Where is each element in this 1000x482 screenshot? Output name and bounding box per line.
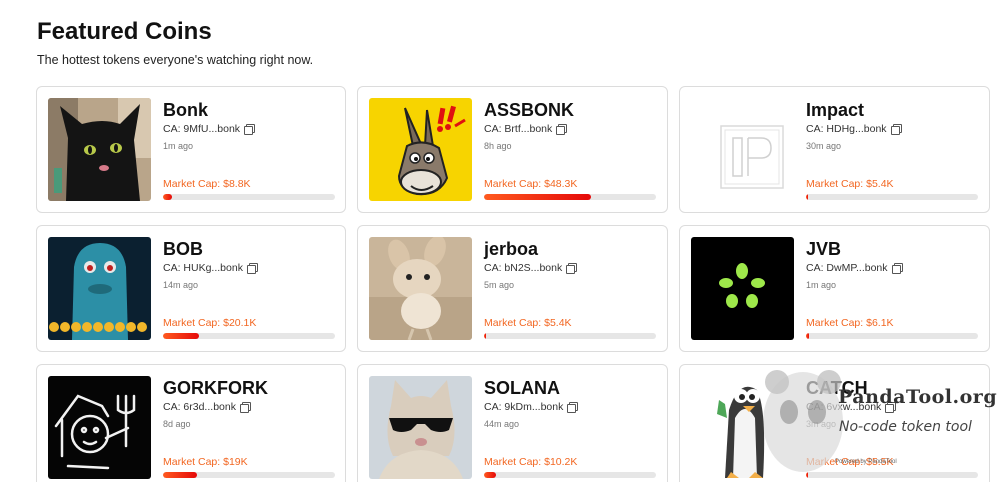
copy-icon[interactable] bbox=[891, 263, 903, 274]
bonding-progress-fill bbox=[163, 333, 200, 339]
contract-address-text: CA: HUKg...bonk bbox=[163, 262, 243, 274]
coin-age: 8h ago bbox=[484, 141, 512, 151]
bonding-progress-fill bbox=[806, 472, 808, 478]
contract-address-text: CA: 9MfU...bonk bbox=[163, 123, 241, 135]
coin-name: JVB bbox=[806, 239, 842, 259]
copy-icon[interactable] bbox=[244, 124, 256, 135]
coin-name: GORKFORK bbox=[163, 378, 268, 398]
coin-card[interactable]: jerboa CA: bN2S...bonk 5m ago Market Cap… bbox=[357, 225, 668, 352]
contract-address: CA: bN2S...bonk bbox=[484, 262, 657, 274]
market-cap: Market Cap: $8.8K bbox=[163, 178, 251, 190]
bonding-progress-fill bbox=[484, 333, 486, 339]
contract-address: CA: 9kDm...bonk bbox=[484, 401, 657, 413]
coin-age: 8d ago bbox=[163, 419, 191, 429]
contract-address: CA: HDHg...bonk bbox=[806, 123, 979, 135]
bonding-progress-fill bbox=[163, 472, 198, 478]
contract-address: CA: Brtf...bonk bbox=[484, 123, 657, 135]
copy-icon[interactable] bbox=[885, 402, 897, 413]
contract-address: CA: 6r3d...bonk bbox=[163, 401, 335, 413]
bonding-progress-fill bbox=[806, 194, 808, 200]
copy-icon[interactable] bbox=[566, 263, 578, 274]
coin-card[interactable]: SOLANA CA: 9kDm...bonk 44m ago Market Ca… bbox=[357, 364, 668, 482]
bonding-progress-fill bbox=[484, 472, 497, 478]
coin-age: 30m ago bbox=[806, 141, 842, 151]
contract-address-text: CA: Brtf...bonk bbox=[484, 123, 553, 135]
bonding-progress-bar bbox=[806, 333, 978, 339]
market-cap: Market Cap: $19K bbox=[163, 456, 248, 468]
market-cap: Market Cap: $5.4K bbox=[806, 178, 894, 190]
contract-address-text: CA: HDHg...bonk bbox=[806, 123, 887, 135]
coin-name: jerboa bbox=[484, 239, 539, 259]
bonding-progress-bar bbox=[484, 333, 656, 339]
copy-icon[interactable] bbox=[556, 124, 568, 135]
market-cap: Market Cap: $6.1K bbox=[806, 317, 894, 329]
coin-name: Impact bbox=[806, 100, 865, 120]
coin-card[interactable]: CATCH CA: 6vxw...bonk 3m ago Market Cap:… bbox=[679, 364, 990, 482]
coin-image-jerboa bbox=[369, 237, 472, 340]
coin-card[interactable]: BOB CA: HUKg...bonk 14m ago Market Cap: … bbox=[36, 225, 346, 352]
market-cap: Market Cap: $10.2K bbox=[484, 456, 578, 468]
copy-icon[interactable] bbox=[567, 402, 579, 413]
coin-age: 3m ago bbox=[806, 419, 837, 429]
coin-image-black-cat bbox=[48, 98, 151, 201]
coin-card[interactable]: GORKFORK CA: 6r3d...bonk 8d ago Market C… bbox=[36, 364, 346, 482]
contract-address-text: CA: DwMP...bonk bbox=[806, 262, 888, 274]
page-title: Featured Coins bbox=[37, 18, 212, 45]
contract-address-text: CA: 6vxw...bonk bbox=[806, 401, 882, 413]
market-cap: Market Cap: $48.3K bbox=[484, 178, 578, 190]
coin-card[interactable]: Impact CA: HDHg...bonk 30m ago Market Ca… bbox=[679, 86, 990, 213]
copy-icon[interactable] bbox=[890, 124, 902, 135]
coin-image-penguin-meme bbox=[691, 376, 794, 479]
coin-age: 1m ago bbox=[806, 280, 837, 290]
coin-name: Bonk bbox=[163, 100, 208, 120]
page-subtitle: The hottest tokens everyone's watching r… bbox=[37, 53, 314, 67]
coin-image-green-dots bbox=[691, 237, 794, 340]
contract-address: CA: DwMP...bonk bbox=[806, 262, 979, 274]
copy-icon[interactable] bbox=[239, 402, 251, 413]
bonding-progress-fill bbox=[806, 333, 810, 339]
bonding-progress-bar bbox=[806, 194, 978, 200]
market-cap: Market Cap: $5.5K bbox=[806, 456, 894, 468]
bonding-progress-bar bbox=[484, 472, 656, 478]
bonding-progress-bar bbox=[163, 194, 335, 200]
market-cap: Market Cap: $5.4K bbox=[484, 317, 572, 329]
coin-image-ip-logo bbox=[691, 98, 794, 201]
bonding-progress-fill bbox=[484, 194, 591, 200]
coin-image-cat-sunglasses bbox=[369, 376, 472, 479]
coin-name: CATCH bbox=[806, 378, 868, 398]
copy-icon[interactable] bbox=[246, 263, 258, 274]
contract-address: CA: 6vxw...bonk bbox=[806, 401, 979, 413]
coin-name: SOLANA bbox=[484, 378, 560, 398]
bonding-progress-fill bbox=[163, 194, 172, 200]
contract-address: CA: HUKg...bonk bbox=[163, 262, 335, 274]
bonding-progress-bar bbox=[163, 333, 335, 339]
contract-address-text: CA: 9kDm...bonk bbox=[484, 401, 564, 413]
coin-age: 1m ago bbox=[163, 141, 194, 151]
coin-age: 14m ago bbox=[163, 280, 199, 290]
coin-age: 44m ago bbox=[484, 419, 520, 429]
coin-name: ASSBONK bbox=[484, 100, 575, 120]
coin-image-donkey-cartoon bbox=[369, 98, 472, 201]
coin-image-blue-blob bbox=[48, 237, 151, 340]
coin-image-chalk-drawing bbox=[48, 376, 151, 479]
bonding-progress-bar bbox=[484, 194, 656, 200]
contract-address-text: CA: 6r3d...bonk bbox=[163, 401, 236, 413]
coin-name: BOB bbox=[163, 239, 203, 259]
coin-grid: Bonk CA: 9MfU...bonk 1m ago Market Cap: … bbox=[36, 86, 990, 482]
coin-card[interactable]: Bonk CA: 9MfU...bonk 1m ago Market Cap: … bbox=[36, 86, 346, 213]
bonding-progress-bar bbox=[163, 472, 335, 478]
coin-card[interactable]: ASSBONK CA: Brtf...bonk 8h ago Market Ca… bbox=[357, 86, 668, 213]
coin-card[interactable]: JVB CA: DwMP...bonk 1m ago Market Cap: $… bbox=[679, 225, 990, 352]
market-cap: Market Cap: $20.1K bbox=[163, 317, 257, 329]
contract-address: CA: 9MfU...bonk bbox=[163, 123, 335, 135]
bonding-progress-bar bbox=[806, 472, 978, 478]
contract-address-text: CA: bN2S...bonk bbox=[484, 262, 563, 274]
coin-age: 5m ago bbox=[484, 280, 515, 290]
